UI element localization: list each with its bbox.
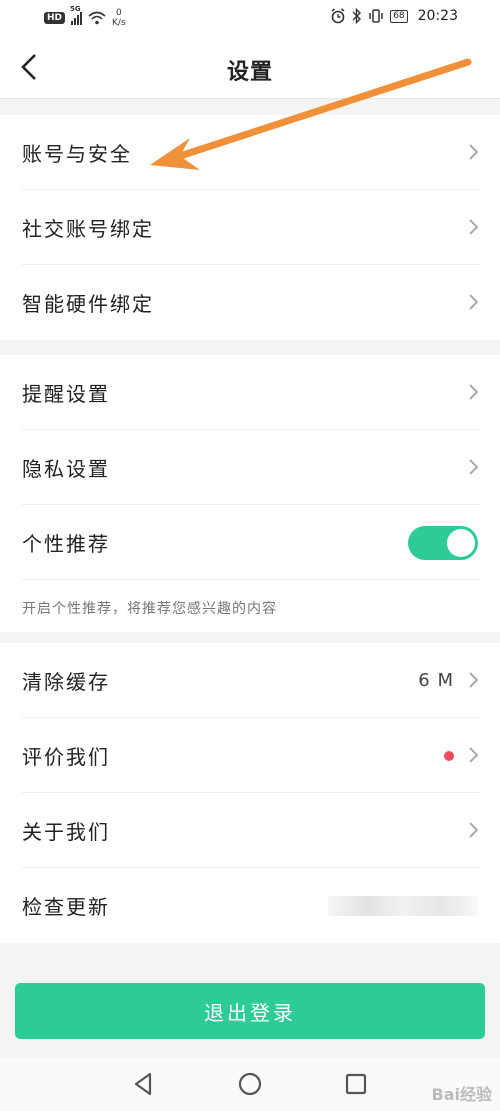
chevron-right-icon (469, 294, 479, 310)
system-nav-bar: Bai经验 (0, 1057, 500, 1111)
item-label: 评价我们 (22, 745, 110, 769)
item-label: 社交账号绑定 (22, 217, 154, 241)
status-bar: HD 5G 0 K/s 68 20:23 (0, 0, 500, 36)
recommend-hint: 开启个性推荐，将推荐您感兴趣的内容 (0, 580, 500, 632)
chevron-right-icon (469, 459, 479, 475)
watermark: Bai经验 (431, 1085, 492, 1104)
cache-size: 6 M (418, 670, 454, 691)
account-group: 账号与安全 社交账号绑定 智能硬件绑定 (0, 115, 500, 340)
preferences-group: 提醒设置 隐私设置 个性推荐 开启个性推荐，将推荐您感兴趣的内容 (0, 355, 500, 632)
item-label: 隐私设置 (22, 457, 110, 481)
bluetooth-icon (352, 8, 362, 24)
nav-back-icon[interactable] (130, 1070, 158, 1098)
hd-indicator: HD (44, 12, 66, 24)
settings-item-clear-cache[interactable]: 清除缓存 6 M (0, 643, 500, 718)
blurred-version-info (328, 895, 478, 916)
logout-button[interactable]: 退出登录 (15, 983, 485, 1039)
chevron-right-icon (469, 219, 479, 235)
chevron-right-icon (469, 144, 479, 160)
item-label: 智能硬件绑定 (22, 292, 154, 316)
settings-item-account-security[interactable]: 账号与安全 (0, 115, 500, 190)
network-speed: 0 K/s (112, 8, 126, 28)
settings-item-personalized-recommend: 个性推荐 (0, 505, 500, 580)
page-title: 设置 (226, 60, 273, 85)
item-label: 检查更新 (22, 895, 110, 919)
hint-text: 开启个性推荐，将推荐您感兴趣的内容 (22, 601, 277, 617)
item-label: 清除缓存 (22, 670, 110, 694)
settings-item-rate-us[interactable]: 评价我们 (0, 718, 500, 793)
item-label: 关于我们 (22, 820, 110, 844)
red-dot-badge (444, 750, 454, 761)
toggle-knob (447, 529, 475, 557)
vibrate-icon (369, 9, 383, 23)
chevron-right-icon (469, 822, 479, 838)
chevron-right-icon (469, 384, 479, 400)
chevron-right-icon (469, 747, 479, 763)
nav-recents-icon[interactable] (342, 1070, 370, 1098)
settings-item-privacy[interactable]: 隐私设置 (0, 430, 500, 505)
item-label: 账号与安全 (22, 142, 132, 166)
battery-indicator: 68 (390, 9, 408, 23)
title-bar: 设置 (0, 36, 500, 99)
settings-item-hardware-binding[interactable]: 智能硬件绑定 (0, 265, 500, 340)
item-label: 个性推荐 (22, 532, 110, 556)
signal-icon: 5G (70, 5, 83, 25)
chevron-right-icon (469, 672, 479, 688)
nav-home-icon[interactable] (236, 1070, 264, 1098)
personalized-recommend-toggle[interactable] (408, 526, 478, 560)
settings-item-check-update[interactable]: 检查更新 (0, 868, 500, 943)
wifi-icon (88, 11, 106, 25)
clock: 20:23 (417, 8, 458, 24)
settings-item-social-binding[interactable]: 社交账号绑定 (0, 190, 500, 265)
settings-item-about-us[interactable]: 关于我们 (0, 793, 500, 868)
alarm-icon (331, 8, 345, 24)
settings-item-reminder[interactable]: 提醒设置 (0, 355, 500, 430)
item-label: 提醒设置 (22, 382, 110, 406)
misc-group: 清除缓存 6 M 评价我们 关于我们 检查更新 (0, 643, 500, 943)
